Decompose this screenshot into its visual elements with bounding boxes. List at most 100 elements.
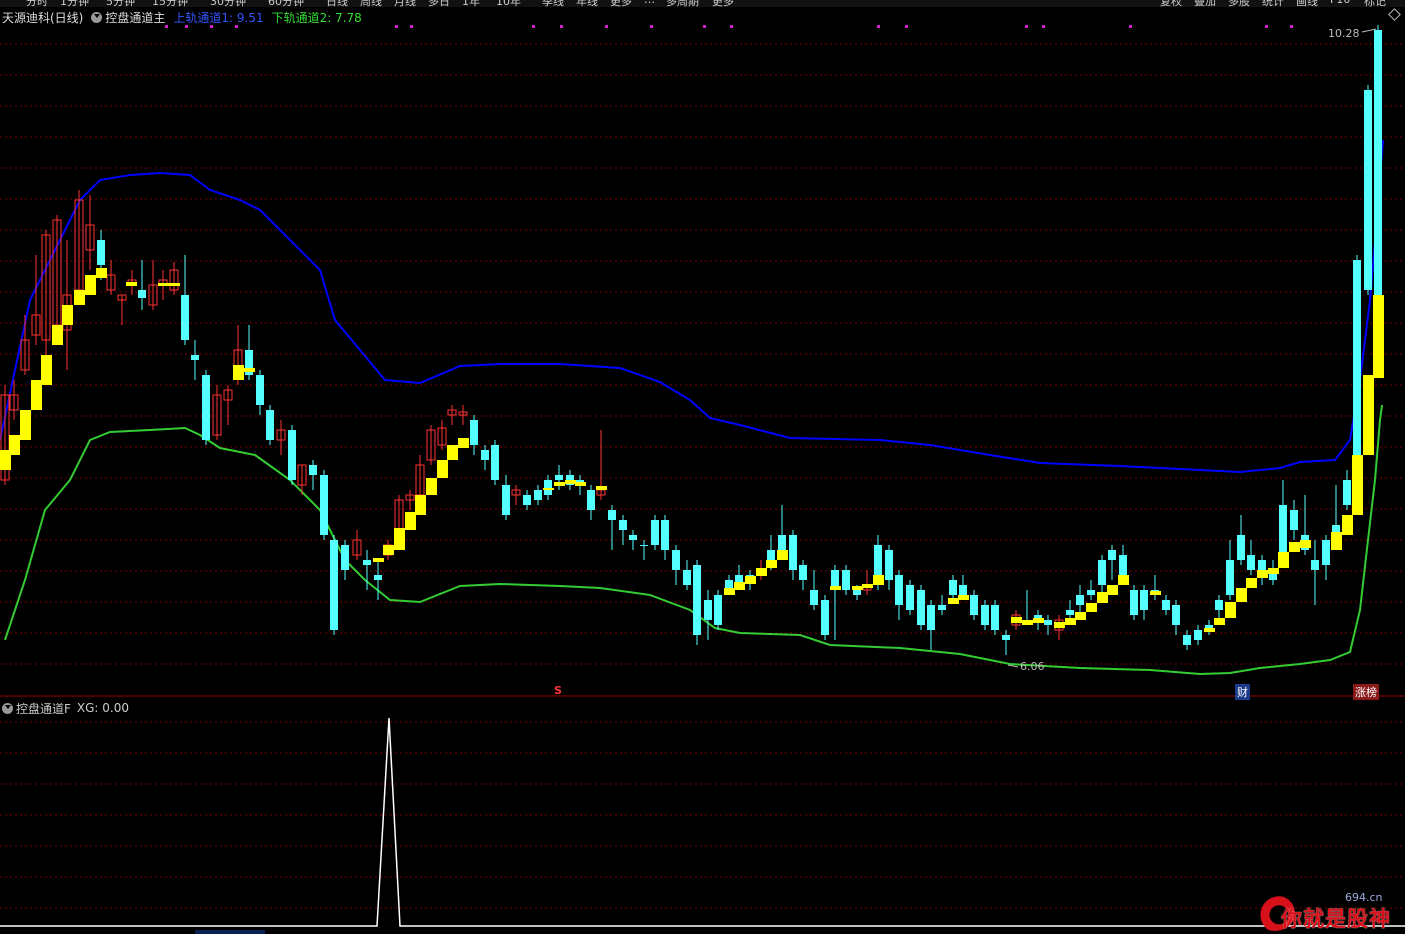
- control-bar: [873, 575, 884, 585]
- candle-body-down: [1087, 590, 1095, 595]
- control-bar: [1075, 612, 1086, 620]
- candle-body-down: [1322, 540, 1330, 565]
- control-bar: [233, 365, 244, 380]
- top-dot: [730, 25, 733, 28]
- candle-body-down: [544, 480, 552, 495]
- candle-body-down: [949, 580, 957, 595]
- candle-body-down: [1290, 510, 1298, 530]
- control-bar: [52, 325, 63, 345]
- control-bar: [543, 488, 554, 490]
- control-bar: [1236, 588, 1247, 602]
- control-bar: [74, 290, 85, 305]
- control-bar: [745, 576, 756, 584]
- control-bar: [85, 275, 96, 295]
- control-bar: [724, 588, 735, 595]
- candle-body-down: [1066, 610, 1074, 615]
- candle-body-down: [1237, 535, 1245, 560]
- control-bar: [1150, 591, 1161, 595]
- candle-body-down: [1002, 635, 1010, 640]
- control-bar: [1268, 568, 1279, 574]
- candle-body-down: [714, 595, 722, 625]
- control-bar: [1363, 375, 1374, 455]
- control-bar: [62, 305, 73, 325]
- control-bar: [1246, 578, 1257, 588]
- candle-body-down: [1162, 600, 1170, 610]
- candle-body-down: [181, 295, 189, 340]
- control-bar: [1257, 570, 1268, 578]
- control-bar: [1300, 540, 1311, 548]
- control-bar: [426, 478, 437, 495]
- top-dot: [1290, 25, 1293, 28]
- control-bar: [852, 586, 863, 590]
- top-dot: [532, 25, 535, 28]
- top-dot: [395, 25, 398, 28]
- candle-body-down: [853, 590, 861, 595]
- finance-marker[interactable]: 财: [1235, 684, 1250, 700]
- control-bar: [596, 486, 607, 490]
- high-price-pointer: [1361, 28, 1377, 33]
- candle-body-down: [1119, 555, 1127, 575]
- top-dot: [1025, 25, 1028, 28]
- kline-chart[interactable]: [0, 0, 1405, 934]
- candle-body-down: [341, 545, 349, 570]
- candle-body-down: [363, 560, 371, 565]
- candle-body-down: [330, 540, 338, 630]
- high-price-label: 10.28: [1328, 27, 1360, 40]
- candle-body-down: [1183, 635, 1191, 645]
- candle-body-down: [629, 535, 637, 540]
- candle-body-down: [799, 565, 807, 580]
- candle-body-down: [191, 355, 199, 360]
- candle-body-down: [981, 605, 989, 625]
- candle-body-down: [534, 490, 542, 500]
- control-bar: [31, 380, 42, 410]
- candle-body-down: [266, 410, 274, 440]
- candle-body-down: [1364, 90, 1372, 290]
- candle-body-down: [874, 545, 882, 580]
- candle-body-down: [1076, 595, 1084, 605]
- top-dot: [1265, 25, 1268, 28]
- control-bar: [1011, 617, 1022, 623]
- candle-body-down: [821, 600, 829, 635]
- candle-body-down: [587, 490, 595, 510]
- control-bar: [554, 482, 565, 486]
- control-bar: [1097, 592, 1108, 603]
- top-dot: [410, 25, 413, 28]
- candle-body-down: [810, 590, 818, 605]
- signal-s-marker: S: [554, 684, 562, 697]
- control-bar: [575, 482, 586, 486]
- control-bar: [158, 283, 169, 286]
- control-bar: [1278, 552, 1289, 568]
- control-bar: [862, 584, 873, 588]
- top-dot: [185, 25, 188, 28]
- control-bar: [169, 283, 180, 286]
- control-bar: [96, 268, 107, 278]
- candle-body-down: [927, 605, 935, 630]
- control-bar: [437, 460, 448, 478]
- limit-up-marker[interactable]: 涨榜: [1353, 684, 1379, 700]
- control-bar: [383, 545, 394, 555]
- candle-body-down: [1343, 480, 1351, 505]
- xg-signal-line: [0, 717, 1405, 927]
- control-bar: [1022, 620, 1033, 625]
- candle-body-down: [1130, 590, 1138, 615]
- control-bar: [20, 410, 31, 440]
- control-bar: [948, 598, 959, 604]
- control-bar: [126, 282, 137, 286]
- candle-body-down: [288, 430, 296, 480]
- control-bar: [1065, 618, 1076, 625]
- candle-body-down: [555, 475, 563, 480]
- sub-indicator-name[interactable]: 控盘通道F: [16, 700, 71, 717]
- control-bar: [373, 558, 384, 562]
- control-bar: [41, 355, 52, 385]
- control-bar: [1289, 542, 1300, 552]
- logo-slogan: 你就是股神: [1281, 907, 1391, 931]
- control-bar: [958, 595, 969, 600]
- candle-body-down: [991, 605, 999, 630]
- control-bar: [1331, 532, 1342, 550]
- control-bar: [1373, 295, 1384, 378]
- collapse-circle-icon[interactable]: [2, 702, 13, 714]
- candle-body-down: [1374, 30, 1382, 300]
- control-bar: [394, 528, 405, 550]
- candle-body-down: [778, 535, 786, 550]
- top-dot: [165, 25, 168, 28]
